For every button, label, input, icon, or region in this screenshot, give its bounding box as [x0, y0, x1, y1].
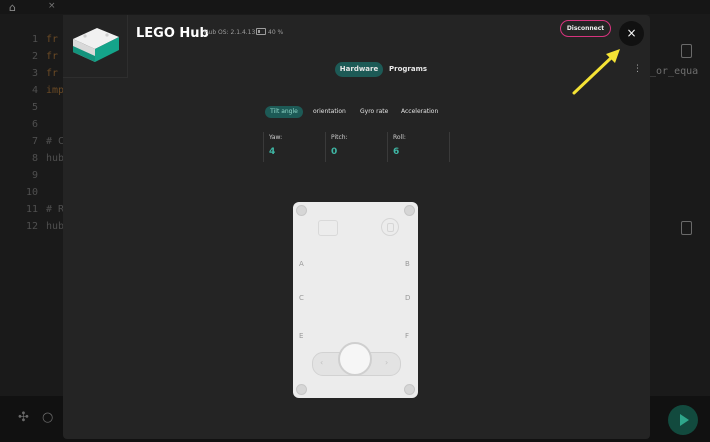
- hub-corner: [296, 205, 307, 216]
- hub-illustration: A C E B D F ‹ ›: [293, 202, 418, 398]
- lego-hub-icon: [73, 28, 119, 62]
- hub-name: LEGO Hub: [136, 26, 209, 41]
- more-options-icon[interactable]: ⋮: [633, 64, 642, 74]
- reading-label: Roll:: [393, 134, 406, 141]
- settings-icon[interactable]: ✣: [18, 410, 29, 425]
- port-label: E: [299, 332, 304, 340]
- left-button-icon: ‹: [320, 358, 324, 367]
- hub-dialog: LEGO Hub Hub OS: 2.1.4.13 40 % Disconnec…: [63, 15, 650, 439]
- subtab-acceleration[interactable]: Acceleration: [401, 106, 438, 118]
- code-overflow-text: _or_equa: [650, 66, 699, 77]
- code-line: 11 # R: [25, 204, 65, 215]
- bluetooth-button-icon: [381, 218, 399, 236]
- hub-device-icon[interactable]: [681, 44, 692, 58]
- battery-level-fill: [258, 30, 261, 33]
- code-line: 7 # C: [31, 136, 65, 147]
- code-line: 6: [31, 119, 38, 130]
- reading-pitch: Pitch: 0: [325, 132, 380, 162]
- home-icon[interactable]: ⌂: [9, 1, 16, 14]
- code-line: 5: [31, 102, 38, 113]
- hub-corner: [404, 205, 415, 216]
- reading-roll: Roll: 6: [387, 132, 442, 162]
- port-label: A: [299, 260, 304, 268]
- port-label: D: [405, 294, 411, 302]
- tab-hardware[interactable]: Hardware: [335, 62, 383, 77]
- hub-thumbnail: [63, 15, 128, 78]
- code-line: 1 fr: [31, 34, 59, 45]
- code-line: 2 fr: [31, 51, 59, 62]
- hub-os-version: Hub OS: 2.1.4.13: [204, 29, 256, 36]
- code-line: 9: [31, 170, 38, 181]
- battery-percent: 40 %: [268, 29, 284, 36]
- disconnect-button[interactable]: Disconnect: [560, 20, 611, 37]
- editor-top-bar: [0, 0, 710, 14]
- battery-icon: [256, 28, 266, 35]
- subtab-tilt-angle[interactable]: Tilt angle: [265, 106, 303, 118]
- port-label: C: [299, 294, 304, 302]
- reading-label: Yaw:: [269, 134, 283, 141]
- subtab-orientation[interactable]: orientation: [313, 106, 346, 118]
- search-icon[interactable]: ○: [42, 410, 53, 425]
- code-line: 8 hub: [31, 153, 65, 164]
- right-button-icon: ›: [385, 358, 389, 367]
- code-line: 12 hub: [25, 221, 65, 232]
- reading-label: Pitch:: [331, 134, 348, 141]
- hub-corner: [404, 384, 415, 395]
- reading-value: 4: [269, 147, 276, 157]
- center-button: [338, 342, 372, 376]
- tab-programs[interactable]: Programs: [389, 62, 427, 77]
- reading-yaw: Yaw: 4: [263, 132, 318, 162]
- port-label: F: [405, 332, 410, 340]
- code-line: 3 fr: [31, 68, 59, 79]
- port-label: B: [405, 260, 410, 268]
- code-line: 10: [25, 187, 38, 198]
- tab-close-icon[interactable]: ×: [48, 1, 56, 11]
- hub-corner: [296, 384, 307, 395]
- play-icon: [680, 414, 689, 426]
- code-line: 4 imp: [31, 85, 65, 96]
- reading-value: 0: [331, 147, 338, 157]
- light-matrix: [318, 220, 338, 236]
- subtab-gyro-rate[interactable]: Gyro rate: [360, 106, 388, 118]
- console-icon[interactable]: [681, 221, 692, 235]
- reading-value: 6: [393, 147, 400, 157]
- close-dialog-button[interactable]: ×: [619, 21, 644, 46]
- reading-divider: [449, 132, 450, 162]
